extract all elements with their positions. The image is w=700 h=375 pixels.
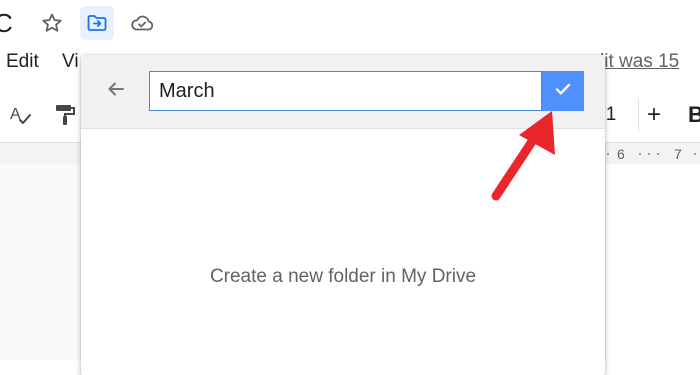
- ruler-tick: [657, 153, 659, 155]
- spellcheck-icon[interactable]: A: [9, 102, 35, 128]
- cloud-check-icon[interactable]: [125, 6, 159, 40]
- check-icon: [553, 79, 573, 104]
- back-button[interactable]: [101, 76, 131, 106]
- bold-button[interactable]: B: [688, 101, 700, 129]
- arrow-left-icon: [105, 78, 127, 105]
- dialog-header: [81, 55, 605, 129]
- increase-font-size-button[interactable]: +: [638, 99, 669, 131]
- ruler-tick: [694, 153, 696, 155]
- ruler-mark-6: 6: [617, 146, 625, 162]
- paint-format-icon[interactable]: [52, 102, 78, 128]
- menu-edit[interactable]: Edit: [6, 51, 39, 73]
- ruler-mark-7: 7: [674, 146, 682, 162]
- title-bar: C: [0, 0, 700, 44]
- last-edit-link[interactable]: lit was 15: [600, 51, 679, 73]
- ruler-tick: [639, 153, 641, 155]
- document-page[interactable]: [606, 164, 700, 360]
- move-to-folder-icon[interactable]: [80, 6, 114, 40]
- ruler-tick: [607, 153, 609, 155]
- folder-name-input[interactable]: [150, 72, 541, 110]
- menu-view[interactable]: Vi: [62, 51, 79, 73]
- ruler-tick: [648, 153, 650, 155]
- create-folder-confirm-button[interactable]: [542, 71, 584, 111]
- document-title[interactable]: C: [0, 8, 13, 38]
- folder-name-field: [149, 71, 542, 111]
- move-to-folder-dialog: Create a new folder in My Drive: [81, 55, 605, 375]
- create-folder-message: Create a new folder in My Drive: [209, 266, 477, 287]
- star-icon[interactable]: [35, 6, 69, 40]
